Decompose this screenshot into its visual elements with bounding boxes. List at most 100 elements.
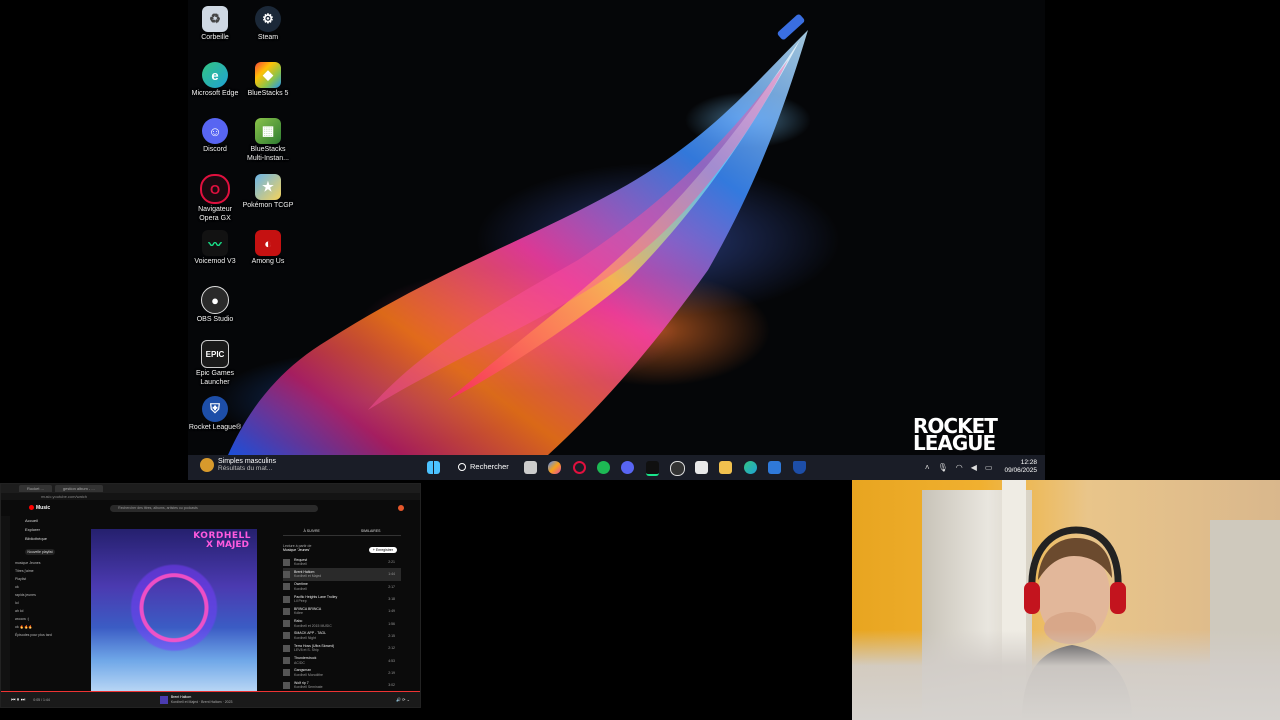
volume-icon[interactable]: ◀ [971,463,977,472]
discord-icon: ☺ [202,118,228,144]
wifi-icon[interactable]: ◠ [956,463,963,472]
battery-icon[interactable]: ▭ [985,463,993,472]
microphone-icon[interactable]: 🎙 [938,463,948,472]
voicemod-icon[interactable] [646,461,659,476]
table-row[interactable]: Wolf rip 7 Kordhell Seminate 3:02 [283,679,401,691]
sidebar-playlist[interactable]: musique Jeunes [1,559,81,567]
sidebar-playlist[interactable]: ah lol [1,607,81,615]
track-thumbnail [283,558,290,566]
track-artist: AC/DC [294,660,305,665]
wallpaper-rocket-league-logo: ROCKET LEAGUE [913,416,998,453]
browser-tab[interactable]: Rocket ... [19,485,52,492]
weather-widget[interactable]: Simples masculins Résultats du mat... [200,458,276,472]
desktop-icon-bluestacks-multi[interactable]: ▦ BlueStacks Multi-Instan... [241,114,295,163]
windows-start-icon[interactable] [427,461,440,474]
task-view-icon[interactable] [524,461,537,474]
search-icon [458,462,466,471]
nav-explore[interactable]: Explorer [1,525,81,534]
sidebar-playlist[interactable]: Playlist [1,575,81,583]
copilot-icon[interactable] [548,461,561,474]
desktop-icon-label: Navigateur Opera GX [198,206,232,222]
avatar[interactable] [398,505,405,511]
table-row[interactable]: Brent Haltom Kordhell et Majed 1:44 [283,568,401,581]
table-row[interactable]: Thunderstruck AC/DC 4:53 [283,654,401,666]
desktop-icon-epic-games[interactable]: EPIC Epic Games Launcher [188,336,242,387]
browser-tab-bar: Rocket ... gestion album - ... [1,484,420,493]
track-duration: 1:44 [388,572,395,577]
track-artist: Kordhell [294,586,307,591]
track-thumbnail [283,644,290,652]
defender-icon[interactable] [793,461,806,474]
sidebar-playlist[interactable]: ok [1,583,81,591]
sidebar-playlist[interactable]: rapids jeunes [1,591,81,599]
spotify-icon[interactable] [597,461,610,474]
desktop-icon-rocket-league[interactable]: ⛨ Rocket League® [188,392,242,433]
sidebar-playlist[interactable]: lol [1,599,81,607]
search-label: Rechercher [470,462,509,471]
music-search-input[interactable]: Rechercher des titres, albums, artistes … [110,504,319,512]
table-row[interactable]: Gangsman Kordhell Monolithe 2:19 [283,667,401,679]
recycle-bin-icon: ♻ [202,6,228,32]
chevron-up-icon[interactable]: ˄ [925,463,930,472]
desktop-icon-opera-gx[interactable]: O Navigateur Opera GX [188,170,242,223]
address-bar[interactable]: music.youtube.com/watch [1,493,420,500]
save-button[interactable]: + Enregistrer [368,547,397,553]
desktop-icon-recycle-bin[interactable]: ♻ Corbeille [188,2,242,43]
steam-icon: ⚙ [255,6,281,32]
cover-text-2: X MAJED [206,540,249,550]
queue-panel: À SUIVRE SIMILAIRES Lecture à partir de … [283,529,401,693]
sidebar-playlist[interactable]: Titres j'aime [1,567,81,575]
track-thumbnail [283,570,290,578]
table-row[interactable]: Terra Hoss (Ultra Slowed) LEV8 et S. Ship… [283,642,401,654]
among-us-icon: ◐ [255,230,281,256]
track-artist: Kordhell et 2015 MUSIC [294,623,332,628]
desktop-icon-pokemon-tcgp[interactable]: ★ Pokémon TCGP [241,170,295,211]
tab-related[interactable]: SIMILAIRES [361,529,381,533]
desktop-icon-edge[interactable]: e Microsoft Edge [188,58,242,99]
opera-gx-icon[interactable] [573,461,586,474]
player-extra-controls[interactable]: 🔊 ⟳ ⌄ [396,697,410,702]
desktop-icon-discord[interactable]: ☺ Discord [188,114,242,155]
opera-gx-icon: O [200,174,230,204]
table-row[interactable]: Owntime Kordhell 2:17 [283,581,401,593]
music-header: Music Rechercher des titres, albums, art… [1,501,420,515]
track-thumbnail [283,583,290,591]
track-duration: 1:49 [388,609,395,614]
desktop-icon-among-us[interactable]: ◐ Among Us [241,226,295,267]
discord-icon[interactable] [621,461,634,474]
track-duration: 4:53 [388,658,395,663]
track-artist: Kordhell [294,562,307,567]
desktop-icon-bluestacks[interactable]: ◆ BlueStacks 5 [241,58,295,99]
playback-controls[interactable]: ⏮ ⏸ ⏭ [11,697,25,703]
file-explorer-icon[interactable] [719,461,732,474]
taskbar-search-button[interactable]: Rechercher [458,462,509,471]
sidebar-playlist[interactable]: ok 🔥🔥🔥 [1,623,81,631]
track-artist: LEV8 et S. Ship [294,648,319,653]
clock[interactable]: 12:28 09/06/2025 [1004,459,1037,475]
table-row[interactable]: Pacific Heights Lane Trolley Lil Peep 3:18 [283,593,401,605]
sidebar-playlist[interactable]: Épisodes pour plus tard [1,631,81,639]
nav-home[interactable]: Accueil [1,516,81,525]
table-row[interactable]: Request Kordhell 2:21 [283,556,401,568]
track-artist: Kordhell Seminate [294,685,323,690]
music-logo[interactable]: Music [29,505,50,511]
player-time: 0:05 / 1:44 [33,697,50,702]
obs-icon[interactable] [670,461,685,476]
table-row[interactable]: BRINCA BRINCA Kdlee 1:49 [283,605,401,617]
browser-tab[interactable]: gestion album - ... [54,485,103,492]
tab-up-next[interactable]: À SUIVRE [304,529,320,533]
azure-icon[interactable] [768,461,781,474]
nav-library[interactable]: Bibliothèque [1,534,81,543]
table-row[interactable]: Rabo Kordhell et 2015 MUSIC 1:56 [283,617,401,629]
sidebar-playlist[interactable]: wooow :) [1,615,81,623]
desktop-icon-voicemod[interactable]: 〰 Voicemod V3 [188,226,242,267]
new-playlist-button[interactable]: Nouvelle playlist [25,549,55,555]
calendar-icon[interactable] [695,461,708,474]
widget-subtitle: Résultats du mat... [218,465,273,472]
desktop-icon-obs[interactable]: ● OBS Studio [188,282,242,325]
edge-icon[interactable] [744,461,757,474]
desktop-icon-label: BlueStacks 5 [247,90,289,97]
track-duration: 1:56 [388,621,395,626]
table-row[interactable]: SMACK APP - TAGL Kordhell Night 2:15 [283,630,401,642]
desktop-icon-steam[interactable]: ⚙ Steam [241,2,295,43]
